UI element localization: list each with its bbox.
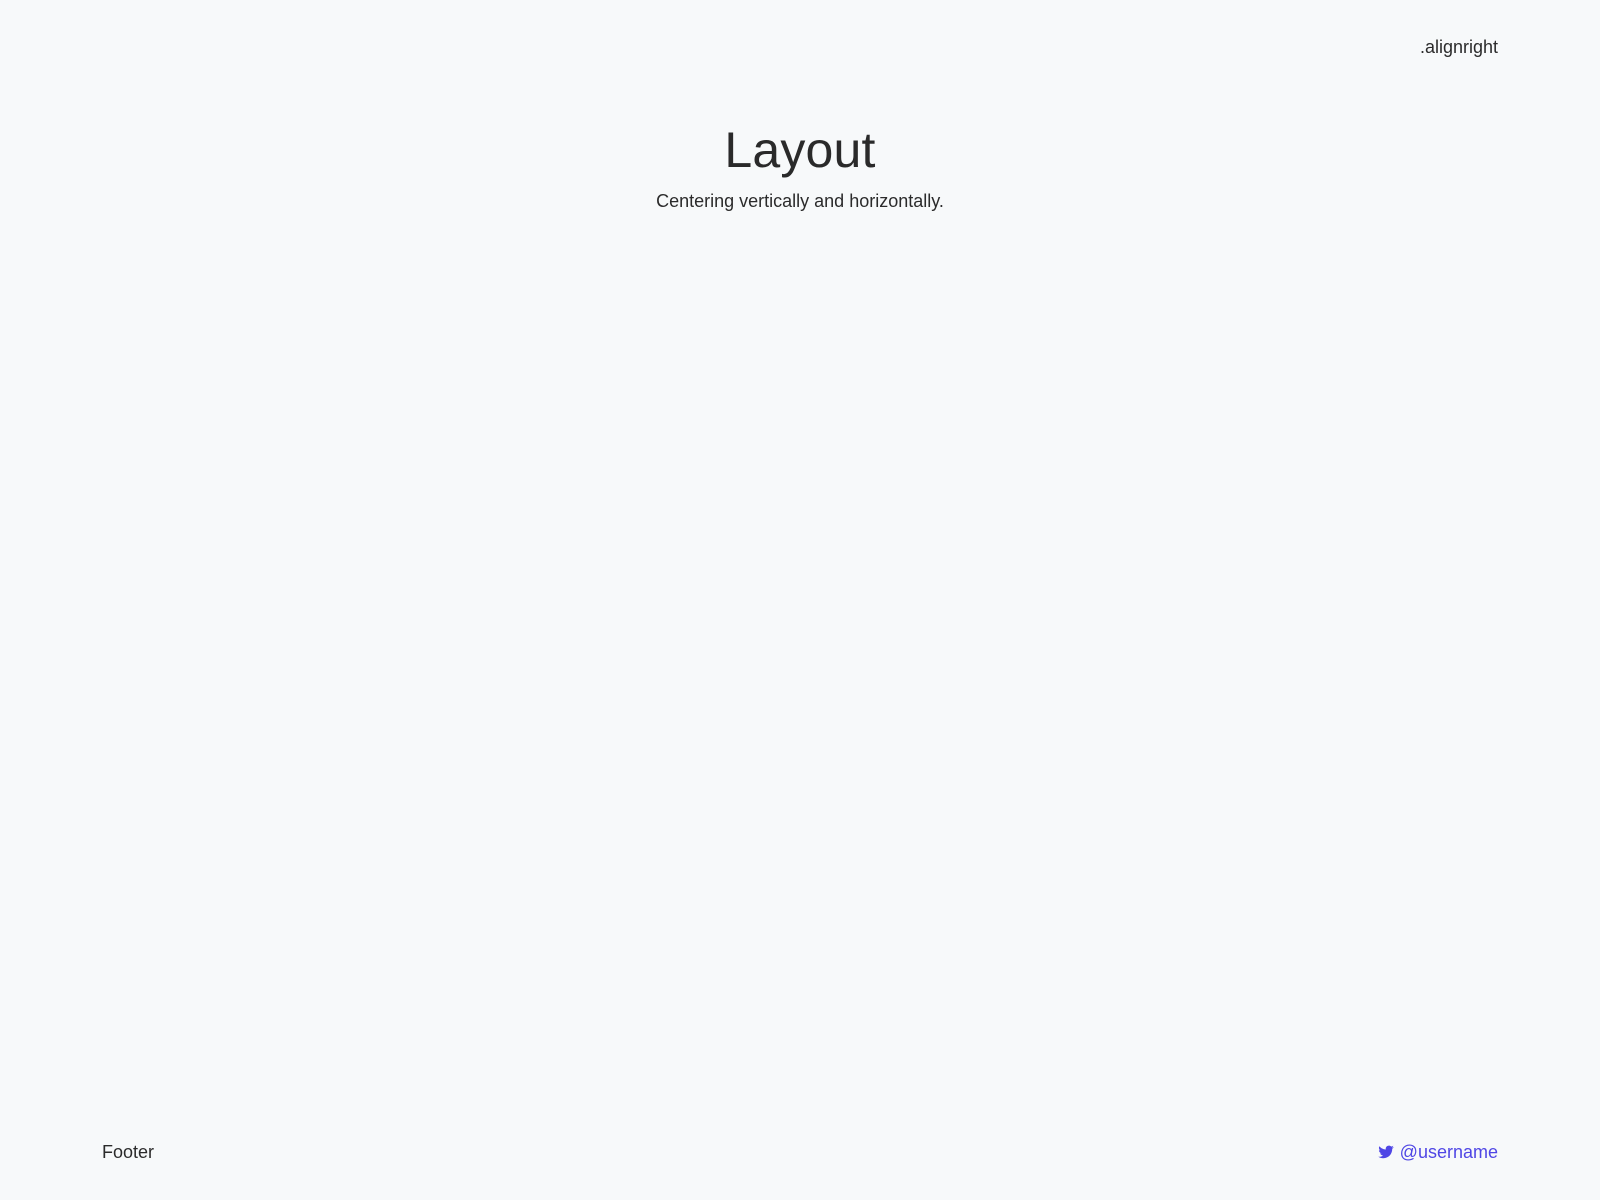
alignright-text: .alignright <box>1419 37 1498 57</box>
twitter-username-link[interactable]: @username <box>1378 1142 1498 1163</box>
footer: Footer @username <box>102 1140 1498 1164</box>
page-subtitle: Centering vertically and horizontally. <box>656 191 944 211</box>
footer-label: Footer <box>102 1141 155 1162</box>
hero-section: Layout Centering vertically and horizont… <box>0 118 1600 212</box>
page-title: Layout <box>724 122 876 178</box>
twitter-icon <box>1378 1144 1394 1160</box>
twitter-username: @username <box>1399 1141 1498 1162</box>
